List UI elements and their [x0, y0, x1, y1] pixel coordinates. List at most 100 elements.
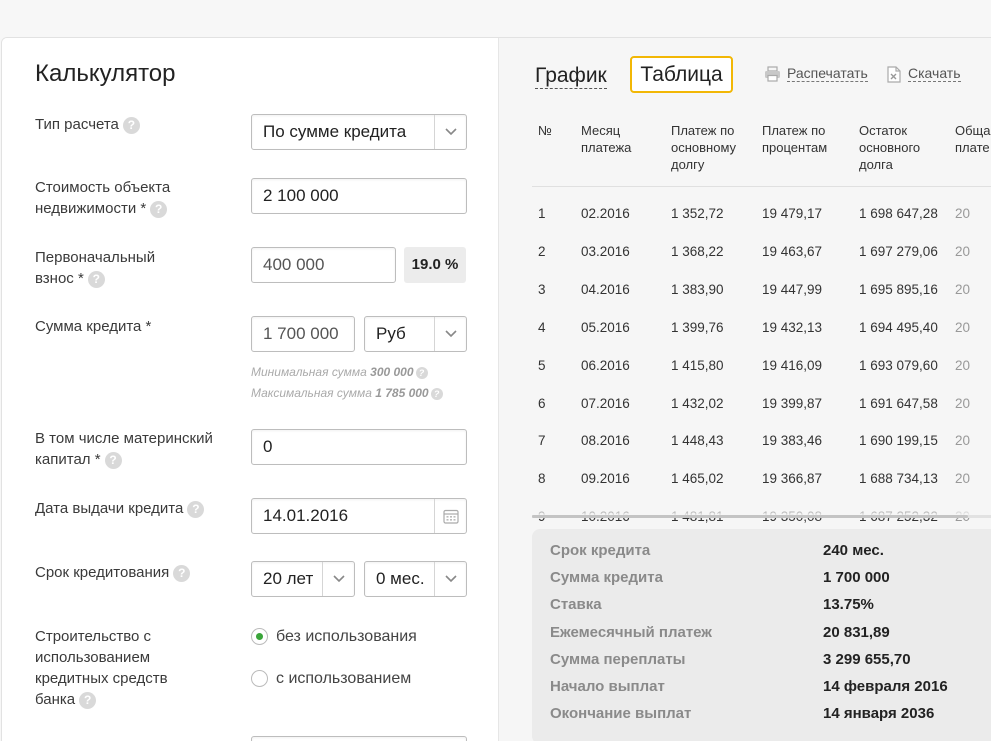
term-label: Срок кредитования?: [35, 562, 235, 583]
col-header-number: №: [538, 123, 552, 138]
table-cell-n: 1: [538, 206, 546, 221]
table-cell-n: 8: [538, 471, 546, 487]
summary-label: Окончание выплат: [550, 705, 692, 723]
summary-label: Ставка: [550, 596, 602, 614]
summary-label: Ежемесячный платеж: [550, 623, 712, 641]
table-cell-interest: 19 463,67: [762, 243, 823, 259]
tab-table[interactable]: Таблица: [630, 56, 733, 93]
chevron-down-icon: [434, 115, 466, 149]
table-cell-interest: 19 399,87: [762, 395, 823, 411]
table-cell-interest: 19 447,99: [762, 281, 823, 297]
col-header-balance: Остаток основного долга: [859, 123, 921, 172]
help-icon[interactable]: ?: [415, 366, 428, 379]
help-icon[interactable]: ?: [187, 500, 205, 518]
summary-value: 13.75%: [823, 596, 874, 614]
scrollbar-thumb[interactable]: [532, 515, 968, 518]
table-cell-principal: 1 448,43: [671, 433, 724, 449]
radio-without-bank[interactable]: без использования: [251, 628, 417, 646]
issue-date-input[interactable]: 14.01.2016: [251, 498, 467, 534]
summary-box: Срок кредита 240 мес. Сумма кредита 1 700 0…: [532, 529, 991, 741]
table-cell-interest: 19 432,13: [762, 319, 823, 335]
table-cell-n: 2: [538, 243, 546, 259]
table-cell-balance: 1 695 895,16: [859, 281, 938, 297]
table-cell-interest: 19 479,17: [762, 206, 823, 221]
help-icon[interactable]: ?: [104, 451, 122, 469]
table-cell-principal: 1 352,72: [671, 206, 724, 221]
col-header-principal: Платеж по основному долгу: [671, 123, 737, 172]
table-cell-balance: 1 693 079,60: [859, 357, 938, 373]
table-cell-principal: 1 465,02: [671, 471, 724, 487]
min-amount-hint: Минимальная сумма 300 000?: [251, 365, 428, 379]
construction-label: Строительство с использованием кредитных с…: [35, 628, 168, 709]
table-cell-principal: 1 415,80: [671, 357, 724, 373]
tab-graph[interactable]: График: [535, 64, 607, 89]
loan-amount-input[interactable]: 1 700 000: [251, 316, 355, 352]
help-icon[interactable]: ?: [173, 564, 191, 582]
calendar-icon[interactable]: [434, 499, 466, 533]
calc-type-select[interactable]: По сумме кредита: [251, 114, 467, 150]
calc-type-label: Тип расчета?: [35, 114, 235, 135]
chevron-down-icon: [322, 562, 354, 596]
table-cell-balance: 1 688 734,13: [859, 471, 938, 487]
table-cell-principal: 1 383,90: [671, 281, 724, 297]
table-cell-principal: 1 368,22: [671, 243, 724, 259]
term-months-select[interactable]: 0 мес.: [364, 561, 467, 597]
table-cell-month: 05.2016: [581, 319, 630, 335]
table-cell-total: 20: [955, 433, 971, 449]
radio-with-bank[interactable]: с использованием: [251, 670, 411, 688]
table-cell-month: 03.2016: [581, 243, 630, 259]
summary-value: 1 700 000: [823, 569, 890, 587]
table-cell-total: 20: [955, 471, 971, 487]
calculator-card: Калькулятор Тип расчета? По сумме кредит…: [1, 37, 991, 741]
download-link[interactable]: Скачать: [886, 65, 961, 83]
table-cell-balance: 1 694 495,40: [859, 319, 938, 335]
schedule-panel: График Таблица Распечатать Скачать № Мес…: [499, 38, 991, 741]
table-cell-total: 20: [955, 206, 971, 221]
summary-label: Сумма кредита: [550, 569, 663, 587]
table-cell-interest: 19 416,09: [762, 357, 823, 373]
down-payment-label: Первоначальный взнос *?: [35, 249, 156, 288]
help-icon[interactable]: ?: [122, 116, 140, 134]
horizontal-scrollbar[interactable]: [532, 515, 991, 518]
col-header-total: Обща плате: [955, 123, 991, 155]
table-cell-n: 6: [538, 395, 546, 411]
radio-selected-icon[interactable]: [251, 628, 268, 646]
print-link[interactable]: Распечатать: [764, 65, 868, 82]
help-icon[interactable]: ?: [87, 270, 105, 288]
summary-value: 14 января 2036: [823, 705, 935, 723]
printer-icon: [765, 66, 780, 82]
maternity-capital-input[interactable]: 0: [251, 429, 467, 465]
help-icon[interactable]: ?: [430, 387, 443, 400]
chevron-down-icon: [434, 562, 466, 596]
next-field-input[interactable]: [251, 736, 467, 741]
summary-label: Срок кредита: [550, 542, 651, 559]
table-cell-month: 09.2016: [581, 471, 630, 487]
table-cell-month: 07.2016: [581, 395, 630, 411]
table-cell-balance: 1 691 647,58: [859, 395, 938, 411]
table-cell-n: 7: [538, 433, 546, 449]
help-icon[interactable]: ?: [79, 691, 97, 709]
down-payment-input[interactable]: 400 000: [251, 247, 396, 283]
table-cell-month: 04.2016: [581, 281, 630, 297]
summary-value: 14 февраля 2016: [823, 678, 948, 695]
table-cell-total: 20: [955, 281, 971, 297]
term-years-select[interactable]: 20 лет: [251, 561, 355, 597]
calculator-form: Калькулятор Тип расчета? По сумме кредит…: [2, 38, 499, 741]
summary-value: 20 831,89: [823, 623, 890, 641]
table-cell-interest: 19 383,46: [762, 433, 823, 449]
down-payment-percent: 19.0 %: [404, 247, 466, 283]
currency-select[interactable]: Руб: [364, 316, 467, 352]
chevron-down-icon: [434, 317, 466, 351]
table-cell-balance: 1 690 199,15: [859, 433, 938, 449]
property-cost-label: Стоимость объекта недвижимости *?: [35, 179, 171, 218]
help-icon[interactable]: ?: [150, 200, 168, 218]
table-cell-total: 20: [955, 319, 971, 335]
loan-amount-label: Сумма кредита *: [35, 318, 152, 335]
radio-unselected-icon[interactable]: [251, 670, 268, 688]
table-cell-n: 4: [538, 319, 546, 335]
property-cost-input[interactable]: 2 100 000: [251, 178, 467, 214]
summary-value: 240 мес.: [823, 542, 884, 559]
col-header-month: Месяц платежа: [581, 123, 632, 155]
summary-value: 3 299 655,70: [823, 650, 911, 668]
table-cell-month: 02.2016: [581, 206, 630, 221]
